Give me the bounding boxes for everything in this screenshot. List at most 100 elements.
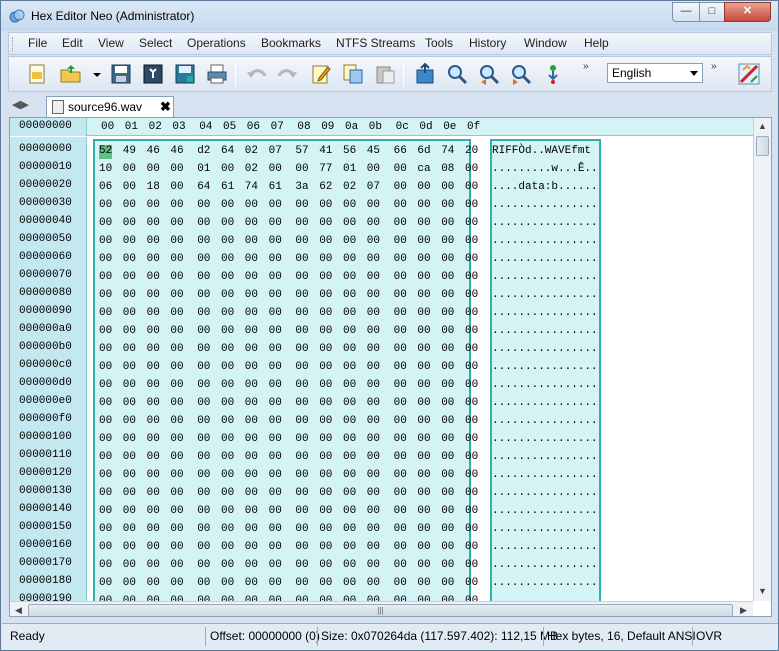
hex-byte[interactable]: 00 [99, 289, 112, 303]
menu-select[interactable]: Select [139, 36, 172, 50]
hex-byte[interactable]: 00 [147, 217, 160, 231]
hex-byte[interactable]: 00 [295, 397, 308, 411]
hex-byte[interactable]: 6d [417, 145, 430, 159]
hex-byte[interactable]: 00 [417, 379, 430, 393]
hex-byte[interactable]: 00 [417, 487, 430, 501]
hex-byte[interactable]: 00 [367, 505, 380, 519]
vertical-scrollbar[interactable]: ▲ ▼ [753, 118, 771, 601]
hex-byte[interactable]: 00 [343, 379, 356, 393]
hex-byte[interactable]: 00 [123, 253, 136, 267]
hex-byte[interactable]: 46 [147, 145, 160, 159]
hex-byte[interactable]: 00 [319, 523, 332, 537]
hex-byte[interactable]: 00 [295, 541, 308, 555]
hex-byte[interactable]: 00 [170, 361, 183, 375]
save-as-icon[interactable] [173, 62, 197, 86]
hex-byte[interactable]: 00 [295, 253, 308, 267]
hex-byte[interactable]: 00 [197, 343, 210, 357]
hex-byte[interactable]: 00 [417, 325, 430, 339]
hex-byte[interactable]: 00 [170, 235, 183, 249]
hex-byte[interactable]: 00 [394, 199, 407, 213]
hex-byte[interactable]: 00 [367, 487, 380, 501]
hex-byte[interactable]: 00 [245, 199, 258, 213]
hex-byte[interactable]: 00 [465, 577, 478, 591]
hex-byte[interactable]: 00 [269, 505, 282, 519]
hex-byte[interactable]: 00 [441, 397, 454, 411]
hex-byte[interactable]: 00 [343, 253, 356, 267]
hex-byte[interactable]: 00 [394, 289, 407, 303]
hex-byte[interactable]: 00 [147, 361, 160, 375]
hex-byte[interactable]: 00 [295, 523, 308, 537]
ascii-row[interactable]: ................ [492, 415, 598, 433]
hex-byte[interactable]: 00 [99, 577, 112, 591]
hex-byte[interactable]: 00 [269, 325, 282, 339]
hex-byte[interactable]: 00 [417, 289, 430, 303]
hex-byte[interactable]: 00 [147, 307, 160, 321]
ascii-row[interactable]: ................ [492, 307, 598, 325]
hex-byte[interactable]: 00 [319, 487, 332, 501]
hex-byte[interactable]: 00 [197, 325, 210, 339]
hex-byte[interactable]: 00 [197, 505, 210, 519]
hex-byte[interactable]: 00 [245, 577, 258, 591]
hex-byte[interactable]: 02 [343, 181, 356, 195]
hex-byte[interactable]: 00 [394, 559, 407, 573]
hex-byte[interactable]: 02 [245, 145, 258, 159]
hex-byte[interactable]: 00 [245, 217, 258, 231]
hex-byte[interactable]: 00 [221, 577, 234, 591]
hex-byte[interactable]: 00 [465, 163, 478, 177]
hex-byte[interactable]: 00 [197, 379, 210, 393]
hex-byte[interactable]: 00 [417, 181, 430, 195]
hex-byte[interactable]: 00 [441, 523, 454, 537]
hex-byte[interactable]: 00 [170, 523, 183, 537]
hex-byte[interactable]: 00 [197, 289, 210, 303]
hex-byte[interactable]: 00 [147, 271, 160, 285]
hex-byte[interactable]: 00 [295, 451, 308, 465]
ascii-row[interactable]: ................ [492, 217, 598, 235]
hex-byte[interactable]: 00 [245, 559, 258, 573]
hex-byte[interactable]: 00 [123, 163, 136, 177]
hex-byte[interactable]: 00 [99, 433, 112, 447]
hex-byte[interactable]: 00 [441, 253, 454, 267]
hex-byte[interactable]: 00 [245, 541, 258, 555]
hex-byte[interactable]: d2 [197, 145, 210, 159]
hex-byte[interactable]: 00 [343, 505, 356, 519]
hex-byte[interactable]: 61 [269, 181, 282, 195]
hex-byte[interactable]: 00 [417, 577, 430, 591]
menu-ntfs-streams[interactable]: NTFS Streams [336, 36, 415, 50]
hex-byte[interactable]: 06 [99, 181, 112, 195]
hex-byte[interactable]: 00 [319, 325, 332, 339]
hex-byte[interactable]: 01 [343, 163, 356, 177]
hex-byte[interactable]: 00 [394, 469, 407, 483]
hex-byte[interactable]: 00 [319, 253, 332, 267]
hex-byte[interactable]: 00 [221, 235, 234, 249]
hex-byte[interactable]: 00 [197, 271, 210, 285]
hex-byte[interactable]: 00 [367, 343, 380, 357]
hex-byte[interactable]: 00 [221, 379, 234, 393]
hex-byte[interactable]: 00 [99, 307, 112, 321]
hex-byte[interactable]: 00 [417, 415, 430, 429]
hex-byte[interactable]: 00 [417, 433, 430, 447]
hex-byte[interactable]: 00 [269, 379, 282, 393]
ascii-row[interactable]: ................ [492, 397, 598, 415]
tab-navigation[interactable]: ◀▶ [12, 98, 29, 111]
hex-byte[interactable]: 46 [170, 145, 183, 159]
hex-byte[interactable]: 00 [394, 253, 407, 267]
hex-byte[interactable]: 00 [170, 451, 183, 465]
hex-byte[interactable]: 00 [394, 271, 407, 285]
hex-byte[interactable]: 00 [394, 343, 407, 357]
hex-byte[interactable]: 00 [123, 505, 136, 519]
hex-byte[interactable]: 00 [465, 181, 478, 195]
hex-byte[interactable]: 00 [197, 433, 210, 447]
menu-window[interactable]: Window [524, 36, 567, 50]
hex-byte[interactable]: 00 [465, 523, 478, 537]
ascii-row[interactable]: RIFFÒd..WAVEfmt [492, 145, 598, 163]
hex-byte[interactable]: 00 [394, 307, 407, 321]
hex-byte[interactable]: 00 [245, 397, 258, 411]
hex-byte[interactable]: 62 [319, 181, 332, 195]
hex-byte[interactable]: 00 [221, 343, 234, 357]
hex-byte[interactable]: 00 [394, 217, 407, 231]
hex-byte[interactable]: 00 [394, 163, 407, 177]
hex-byte[interactable]: 00 [295, 163, 308, 177]
hex-byte[interactable]: 00 [99, 559, 112, 573]
hex-byte[interactable]: 00 [367, 271, 380, 285]
hex-byte[interactable]: 00 [99, 415, 112, 429]
